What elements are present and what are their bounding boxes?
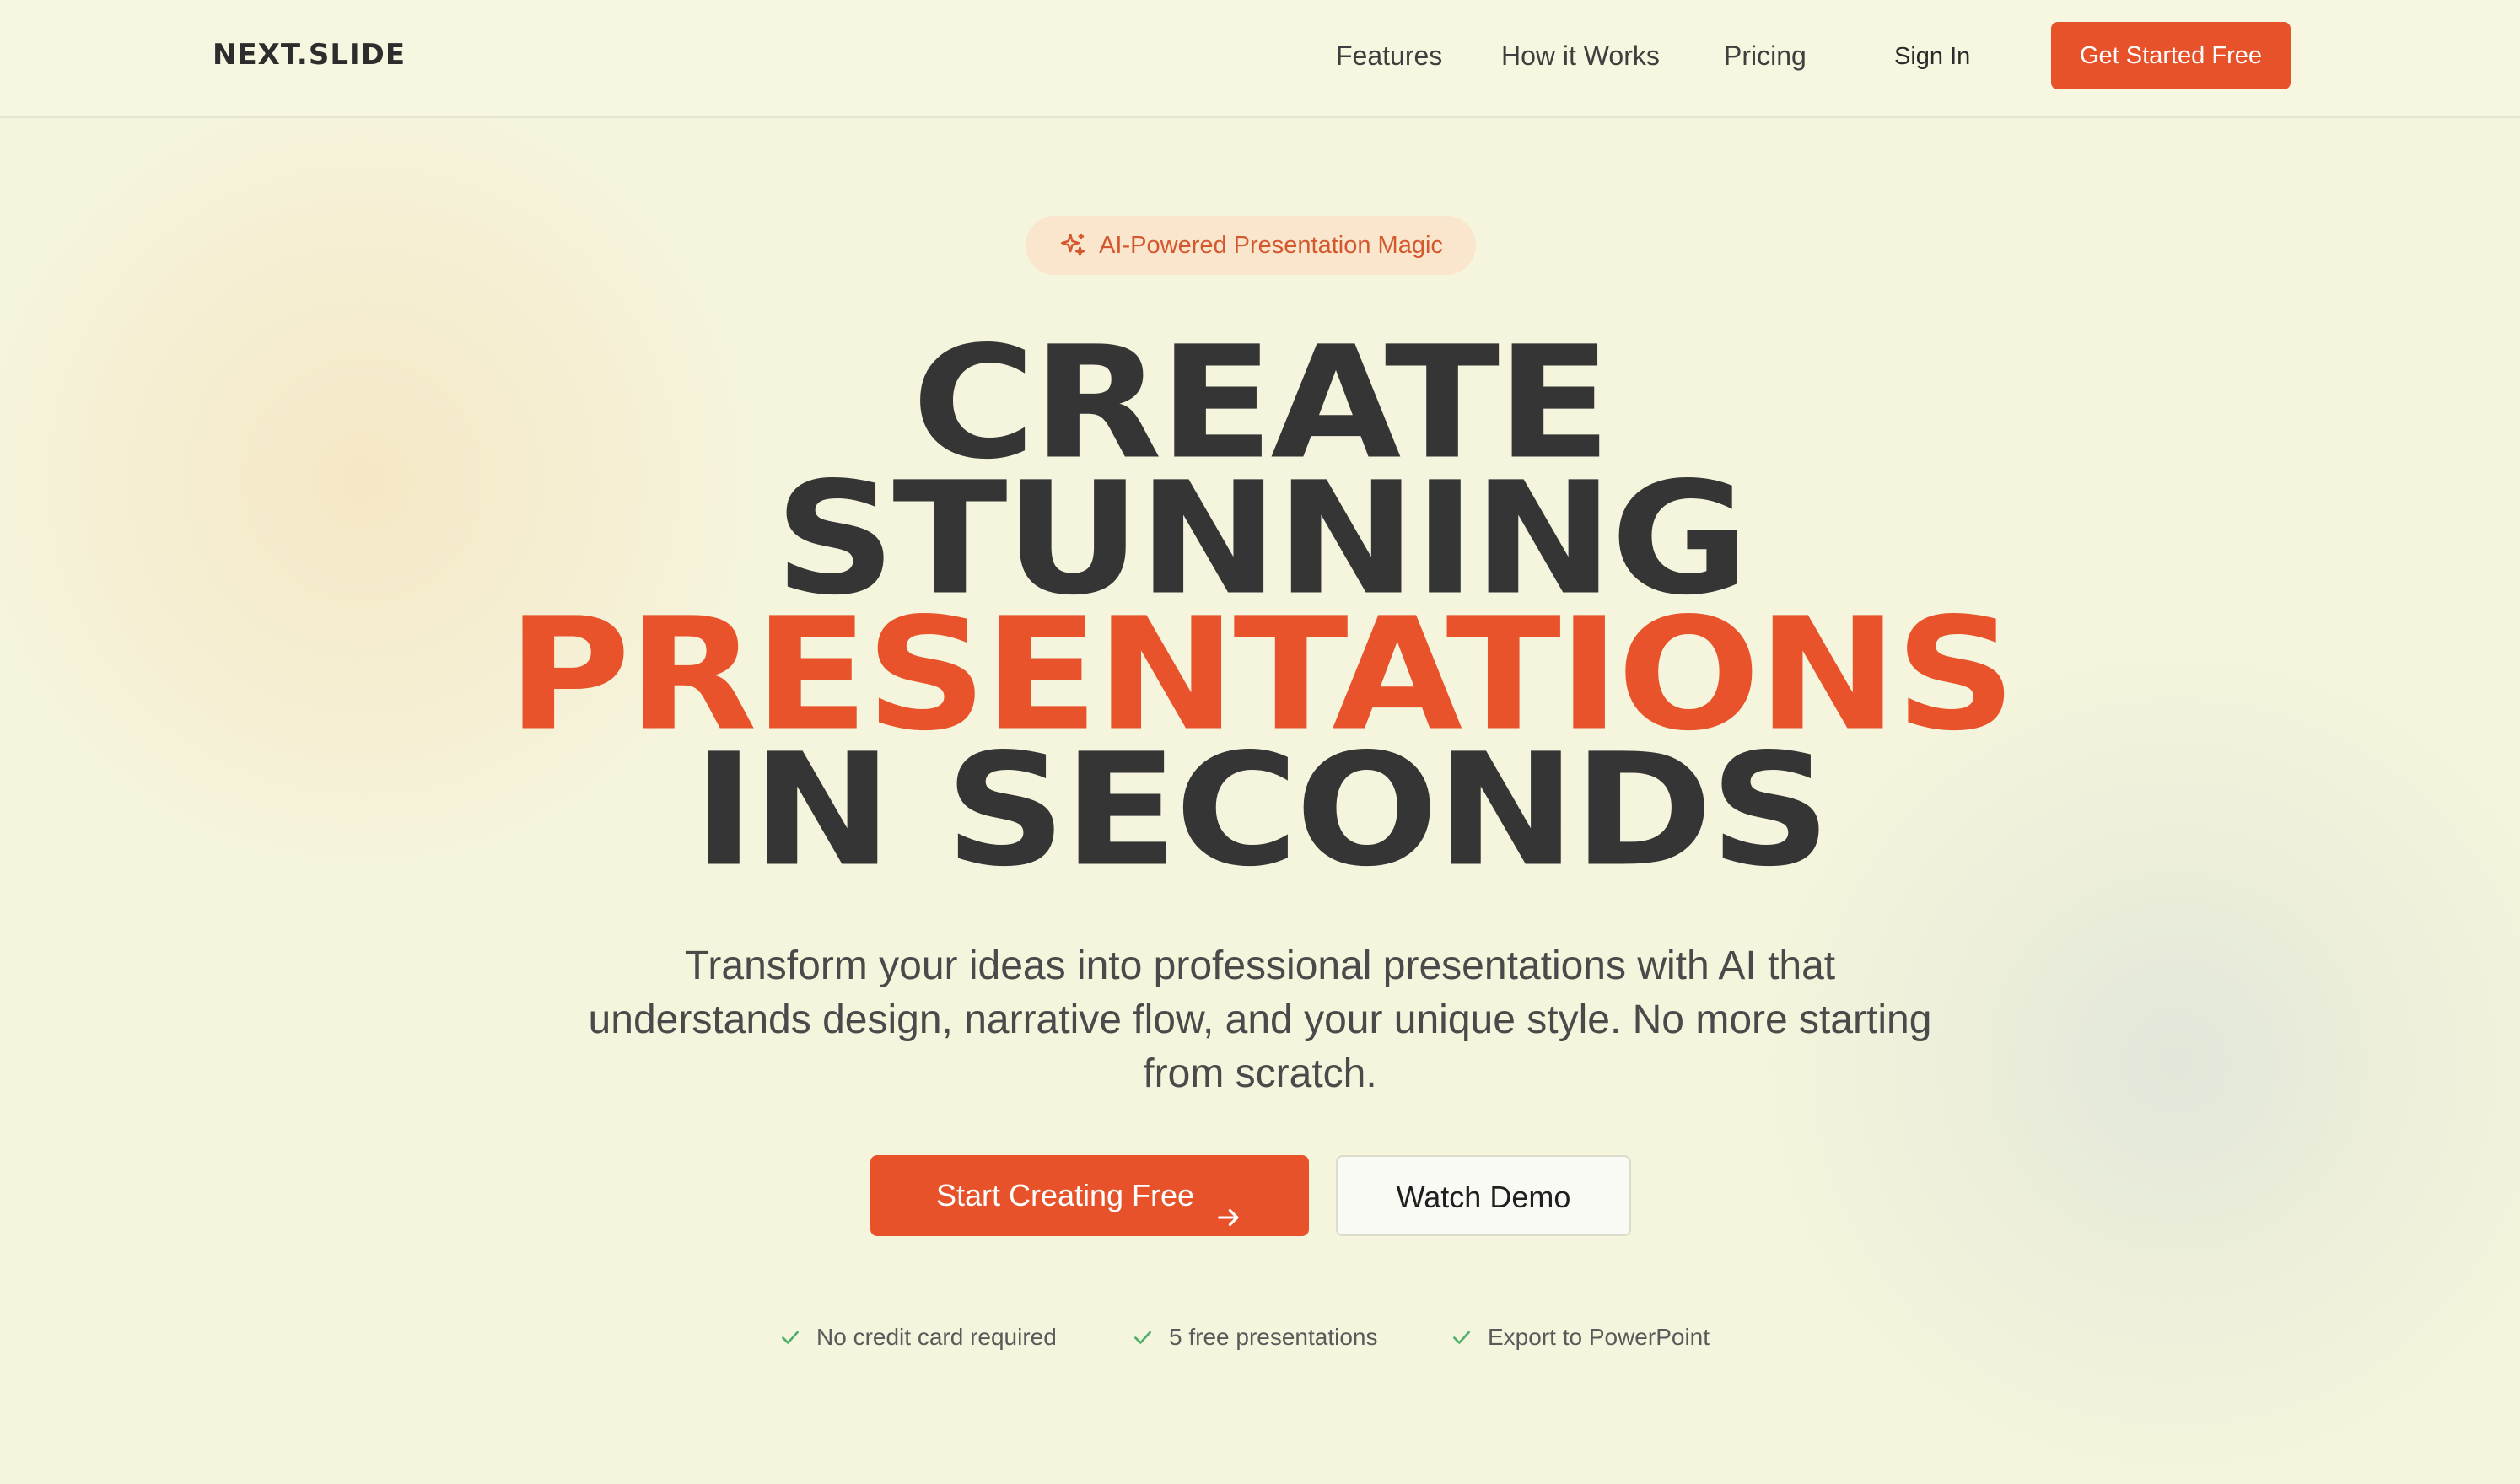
logo[interactable]: NEXT.SLIDE (213, 34, 406, 76)
start-creating-button[interactable]: Start Creating Free (870, 1155, 1309, 1236)
check-icon (1132, 1326, 1154, 1348)
perk-item: 5 free presentations (1132, 1320, 1378, 1354)
watch-demo-button[interactable]: Watch Demo (1336, 1155, 1631, 1236)
hero-headline: CREATE STUNNING PRESENTATIONS IN SECONDS (0, 326, 2520, 901)
sparkles-icon (1058, 231, 1087, 260)
perk-text: Export to PowerPoint (1488, 1324, 1710, 1350)
perk-text: 5 free presentations (1169, 1324, 1378, 1350)
headline-line-4: IN SECONDS (692, 720, 1831, 901)
sign-in-link[interactable]: Sign In (1894, 39, 1970, 74)
get-started-button[interactable]: Get Started Free (2051, 22, 2291, 89)
perk-text: No credit card required (816, 1324, 1057, 1350)
check-icon (1451, 1326, 1473, 1348)
nav-link-pricing[interactable]: Pricing (1724, 37, 1807, 74)
nav-link-features[interactable]: Features (1336, 37, 1442, 74)
check-icon (779, 1326, 801, 1348)
nav-link-how-it-works[interactable]: How it Works (1501, 37, 1660, 74)
arrow-right-icon (1214, 1181, 1243, 1227)
hero-badge: AI-Powered Presentation Magic (1026, 216, 1476, 275)
hero-subtitle: Transform your ideas into professional p… (588, 944, 1932, 1096)
site-header: NEXT.SLIDE Features How it Works Pricing… (0, 0, 2520, 118)
badge-text: AI-Powered Presentation Magic (1099, 232, 1443, 259)
perk-item: No credit card required (779, 1320, 1057, 1354)
perk-item: Export to PowerPoint (1451, 1320, 1710, 1354)
start-creating-label: Start Creating Free (935, 1178, 1195, 1212)
